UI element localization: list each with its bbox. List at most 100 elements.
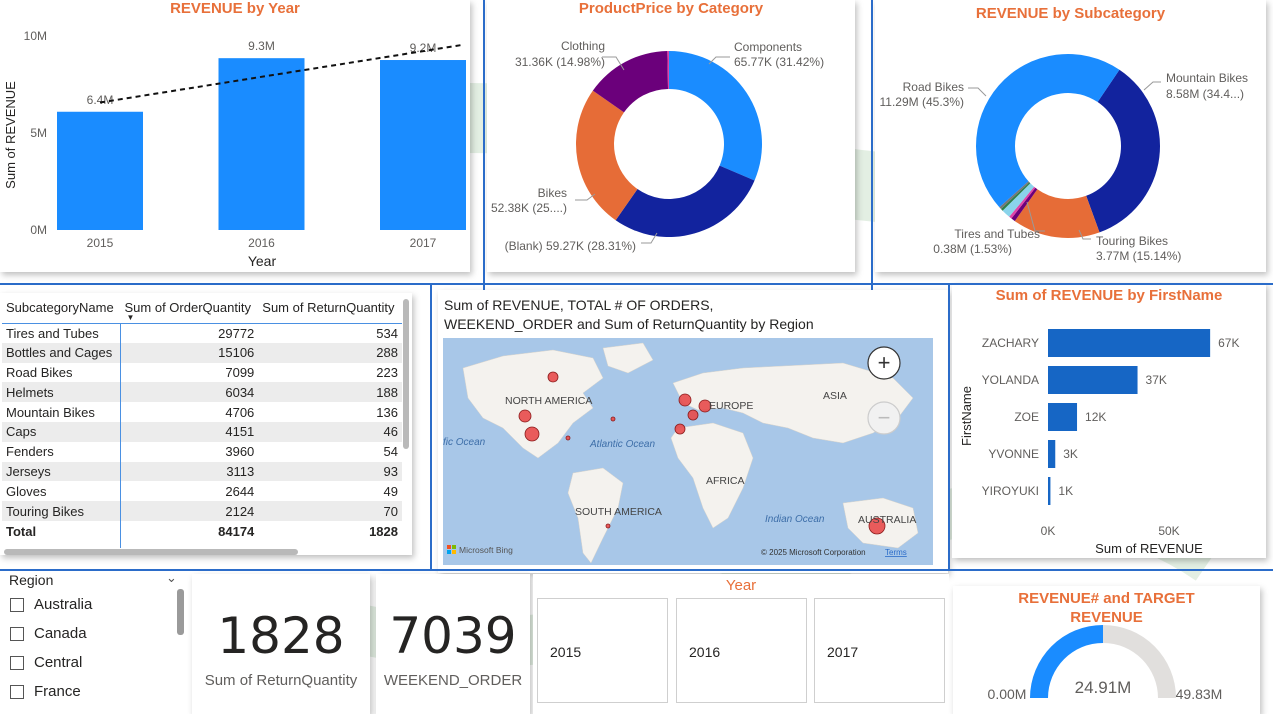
revenue-target-gauge[interactable]: REVENUE# and TARGET REVENUE 24.91M 0.00M… [953,586,1260,714]
bar[interactable] [1048,477,1051,505]
table-cell: Fenders [6,444,54,460]
y-tick-label: 0M [30,223,47,237]
total-cell: Total [6,524,37,540]
table-cell: Gloves [6,483,47,499]
map-label: SOUTH AMERICA [575,506,662,518]
region-option[interactable]: Central [10,648,92,677]
checkbox[interactable] [10,597,24,612]
bar[interactable] [1048,329,1211,357]
map-title-line: Sum of REVENUE, TOTAL # OF ORDERS, [444,297,714,313]
divider-line [0,283,1273,285]
year-option-2015[interactable]: 2015 [537,598,668,703]
column-header[interactable]: Sum of ReturnQuantity [258,293,402,324]
donut-slice[interactable] [669,51,762,181]
map-bubble[interactable] [565,435,571,441]
y-axis-label: Sum of REVENUE [3,81,18,189]
region-option[interactable]: Australia [10,590,92,619]
revenue-by-firstname-chart[interactable]: Sum of REVENUE by FirstName FirstName Su… [952,283,1266,558]
table-row[interactable]: Jerseys 3113 93 [2,461,402,482]
subcategory-table[interactable]: SubcategoryName Sum of OrderQuantity ▼ Su… [0,293,412,555]
table-row[interactable]: Mountain Bikes 4706 136 [2,402,402,422]
map-bubble[interactable] [674,423,686,435]
bar[interactable] [1048,403,1078,431]
terms-link[interactable]: Terms [885,548,907,557]
donut-slice[interactable] [976,54,1120,208]
map-bubble[interactable] [547,371,559,383]
table-cell: 29772 [218,325,255,341]
map-bubble[interactable] [687,409,699,421]
x-axis-label: Sum of REVENUE [1095,541,1203,556]
x-tick-label: 0K [1041,524,1056,538]
total-cell: 84174 [218,524,255,540]
productprice-by-category-chart[interactable]: ProductPrice by Category Clothing 31.36K… [487,0,855,272]
map-bubble[interactable] [678,393,692,407]
table-row[interactable]: Helmets 6034 188 [2,382,402,403]
table-cell: 223 [376,364,398,380]
table-cell: 136 [376,404,398,420]
table-row[interactable]: Tires and Tubes 29772 534 [2,323,402,343]
region-map-visual[interactable]: Sum of REVENUE, TOTAL # OF ORDERS, WEEKE… [438,290,948,573]
checkbox[interactable] [10,626,24,641]
revenue-by-year-chart[interactable]: REVENUE by Year Sum of REVENUE Year 10M … [0,0,470,272]
vertical-scrollbar[interactable] [177,589,184,635]
gauge-value: 24.91M [1075,678,1132,697]
map-bubble[interactable] [605,523,611,529]
bar[interactable] [1048,366,1138,394]
table-row[interactable]: Touring Bikes 2124 70 [2,501,402,521]
column-header[interactable]: SubcategoryName [2,293,121,324]
table-row[interactable]: Gloves 2644 49 [2,481,402,501]
divider-line [948,285,950,570]
column-header-sorted[interactable]: Sum of OrderQuantity ▼ [120,293,259,324]
slice-label-clothing: Clothing [561,39,605,53]
table-row[interactable]: Road Bikes 7099 223 [2,363,402,383]
table-cell: Helmets [2,382,121,403]
region-slicer[interactable]: Region ⌄ Australia Canada Central France [0,571,190,714]
slicer-title: Year [725,577,757,594]
year-option-2017[interactable]: 2017 [814,598,945,703]
table-row[interactable]: Fenders 3960 54 [2,442,402,462]
vertical-scrollbar[interactable] [403,299,409,449]
table-cell: 93 [258,461,402,482]
year-option-label: 2016 [689,644,721,660]
table-cell: 6034 [120,382,259,403]
table-cell: 70 [258,501,402,521]
x-tick-label: 2015 [87,236,114,250]
table-cell: 3113 [120,461,259,482]
zoom-in-button[interactable]: + [867,346,901,380]
card-label: WEEKEND_ORDER [383,672,523,689]
region-option[interactable]: Canada [10,619,92,648]
y-tick-label: YVONNE [988,447,1039,461]
map-label: EUROPE [709,400,753,412]
table-cell: Bottles and Cages [2,342,121,363]
slice-label-components: Components [734,40,802,54]
world-map[interactable]: NORTH AMERICA EUROPE ASIA AFRICA SOUTH A… [443,338,933,565]
region-option[interactable]: France [10,677,92,706]
table-row[interactable]: Bottles and Cages 15106 288 [2,342,402,363]
table-cell: 4706 [225,404,255,420]
divider-line [430,285,432,570]
chevron-down-icon[interactable]: ⌄ [166,571,177,586]
revenue-by-subcategory-chart[interactable]: REVENUE by Subcategory Road Bikes 11.29M… [875,0,1266,272]
year-option-2016[interactable]: 2016 [676,598,807,703]
checkbox[interactable] [10,684,24,699]
data-label: 12K [1085,410,1106,424]
x-tick-label: 2017 [410,236,437,250]
slice-value-tires-tubes: 0.38M (1.53%) [933,242,1012,256]
donut-slice[interactable] [576,90,638,221]
bar[interactable] [218,58,305,230]
zoom-out-button[interactable]: − [867,401,901,435]
donut-slice[interactable] [615,165,755,238]
bar[interactable] [380,60,466,231]
bar[interactable] [1048,440,1056,468]
slice-label-touring-bikes: Touring Bikes [1096,234,1168,248]
table-cell: 2124 [120,501,259,521]
map-bubble[interactable] [524,426,540,442]
slicer-title: Region [9,572,53,588]
bar[interactable] [57,111,143,230]
table-row[interactable]: Caps 4151 46 [2,421,402,442]
map-bubble[interactable] [610,416,616,422]
sort-descending-icon: ▼ [126,312,135,322]
horizontal-scrollbar[interactable] [4,549,298,555]
checkbox[interactable] [10,655,24,670]
map-bubble[interactable] [518,409,532,423]
